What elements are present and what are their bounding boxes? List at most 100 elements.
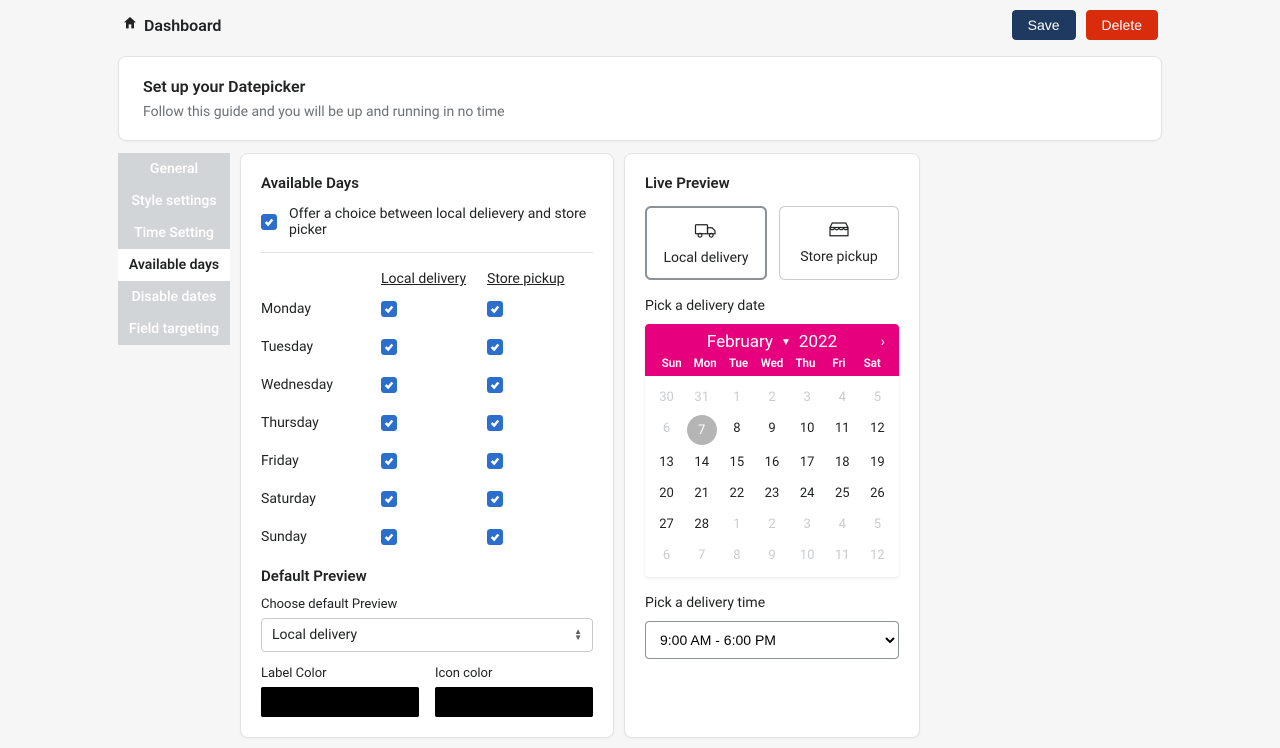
label-color-swatch[interactable]	[261, 687, 419, 717]
calendar-day[interactable]: 26	[860, 478, 895, 509]
day-row: Monday	[261, 301, 593, 317]
label-color-label: Label Color	[261, 666, 419, 681]
calendar-day: 31	[684, 382, 719, 413]
store-checkbox[interactable]	[487, 339, 503, 355]
calendar-day[interactable]: 19	[860, 447, 895, 478]
store-pickup-toggle[interactable]: Store pickup	[779, 206, 899, 280]
day-row: Sunday	[261, 529, 593, 545]
local-checkbox[interactable]	[381, 377, 397, 393]
pick-time-label: Pick a delivery time	[645, 595, 899, 611]
offer-choice-row: Offer a choice between local delievery a…	[261, 206, 593, 253]
col-store-pickup: Store pickup	[487, 271, 593, 287]
store-checkbox[interactable]	[487, 415, 503, 431]
offer-choice-checkbox[interactable]	[261, 214, 277, 230]
live-preview-title: Live Preview	[645, 174, 899, 192]
sidebar: GeneralStyle settingsTime SettingAvailab…	[118, 153, 230, 738]
calendar-day[interactable]: 25	[825, 478, 860, 509]
calendar-day: 6	[649, 413, 684, 447]
sidebar-item-general[interactable]: General	[118, 153, 230, 185]
calendar-next-icon[interactable]: ›	[881, 334, 885, 350]
calendar-day: 3	[790, 509, 825, 540]
sidebar-item-time-setting[interactable]: Time Setting	[118, 217, 230, 249]
store-icon	[788, 219, 890, 243]
local-checkbox[interactable]	[381, 301, 397, 317]
calendar-dow: Fri	[822, 356, 855, 370]
day-name: Tuesday	[261, 339, 381, 355]
live-preview-panel: Live Preview Local delivery Store pickup…	[624, 153, 920, 738]
save-button[interactable]: Save	[1012, 10, 1076, 40]
calendar-day: 4	[825, 382, 860, 413]
calendar-day: 1	[719, 509, 754, 540]
sidebar-item-available-days[interactable]: Available days	[118, 249, 230, 281]
brand-title: Dashboard	[144, 16, 221, 35]
delivery-time-select[interactable]: 9:00 AM - 6:00 PM	[645, 621, 899, 659]
local-checkbox[interactable]	[381, 491, 397, 507]
calendar-day[interactable]: 14	[684, 447, 719, 478]
choose-default-label: Choose default Preview	[261, 597, 593, 612]
calendar-day[interactable]: 8	[719, 413, 754, 447]
day-row: Wednesday	[261, 377, 593, 393]
local-checkbox[interactable]	[381, 415, 397, 431]
calendar-day[interactable]: 12	[860, 413, 895, 447]
local-checkbox[interactable]	[381, 339, 397, 355]
calendar-day: 1	[719, 382, 754, 413]
calendar-day[interactable]: 24	[790, 478, 825, 509]
calendar-day[interactable]: 13	[649, 447, 684, 478]
calendar-day[interactable]: 15	[719, 447, 754, 478]
calendar-day[interactable]: 28	[684, 509, 719, 540]
calendar-day[interactable]: 16	[754, 447, 789, 478]
day-name: Sunday	[261, 529, 381, 545]
store-checkbox[interactable]	[487, 301, 503, 317]
calendar-year[interactable]: 2022	[799, 332, 837, 352]
calendar-day: 11	[825, 540, 860, 571]
calendar-day[interactable]: 23	[754, 478, 789, 509]
calendar-dow: Tue	[722, 356, 755, 370]
default-preview-title: Default Preview	[261, 567, 593, 585]
calendar-day[interactable]: 20	[649, 478, 684, 509]
calendar-day: 30	[649, 382, 684, 413]
local-checkbox[interactable]	[381, 453, 397, 469]
calendar-day[interactable]: 7	[684, 413, 719, 447]
calendar-dow: Wed	[755, 356, 788, 370]
calendar-dow: Thu	[789, 356, 822, 370]
topbar: Dashboard Save Delete	[118, 10, 1162, 40]
icon-color-swatch[interactable]	[435, 687, 593, 717]
default-preview-select[interactable]: Local delivery ▲▼	[261, 618, 593, 652]
calendar-day: 9	[754, 540, 789, 571]
calendar-day[interactable]: 10	[790, 413, 825, 447]
sidebar-item-disable-dates[interactable]: Disable dates	[118, 281, 230, 313]
calendar-day[interactable]: 21	[684, 478, 719, 509]
intro-title: Set up your Datepicker	[143, 77, 1137, 96]
truck-icon	[655, 220, 757, 244]
select-chevron-icon: ▲▼	[574, 629, 582, 641]
calendar-day[interactable]: 18	[825, 447, 860, 478]
calendar-dow: Sat	[856, 356, 889, 370]
calendar-dow: Sun	[655, 356, 688, 370]
store-checkbox[interactable]	[487, 491, 503, 507]
local-checkbox[interactable]	[381, 529, 397, 545]
calendar-month[interactable]: February	[707, 332, 773, 352]
calendar-day: 2	[754, 382, 789, 413]
col-local-delivery: Local delivery	[381, 271, 487, 287]
store-checkbox[interactable]	[487, 453, 503, 469]
delete-button[interactable]: Delete	[1086, 10, 1158, 40]
local-delivery-toggle[interactable]: Local delivery	[645, 206, 767, 280]
calendar-day[interactable]: 11	[825, 413, 860, 447]
calendar-day: 2	[754, 509, 789, 540]
calendar-day: 8	[719, 540, 754, 571]
store-checkbox[interactable]	[487, 529, 503, 545]
day-name: Wednesday	[261, 377, 381, 393]
icon-color-label: Icon color	[435, 666, 593, 681]
default-preview-value: Local delivery	[272, 627, 357, 643]
day-row: Saturday	[261, 491, 593, 507]
local-delivery-label: Local delivery	[663, 250, 748, 266]
chevron-down-icon: ▼	[781, 337, 791, 348]
store-checkbox[interactable]	[487, 377, 503, 393]
calendar-day: 10	[790, 540, 825, 571]
calendar-day[interactable]: 9	[754, 413, 789, 447]
calendar-day[interactable]: 27	[649, 509, 684, 540]
calendar-day[interactable]: 22	[719, 478, 754, 509]
calendar-day[interactable]: 17	[790, 447, 825, 478]
sidebar-item-field-targeting[interactable]: Field targeting	[118, 313, 230, 345]
sidebar-item-style-settings[interactable]: Style settings	[118, 185, 230, 217]
